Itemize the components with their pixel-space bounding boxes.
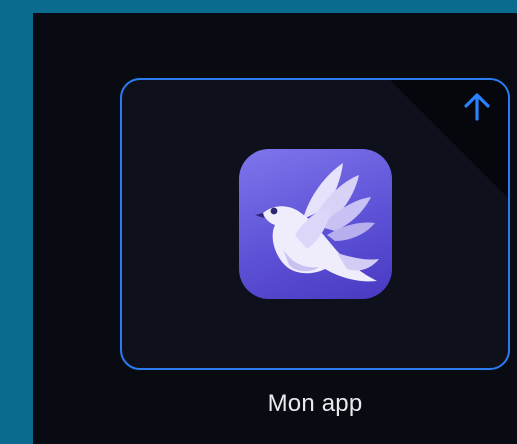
bird-icon xyxy=(255,163,379,282)
arrow-up-icon xyxy=(464,93,490,121)
app-label: Mon app xyxy=(267,390,363,417)
app-icon[interactable] xyxy=(239,149,392,299)
home-screen: Mon app xyxy=(33,13,517,444)
